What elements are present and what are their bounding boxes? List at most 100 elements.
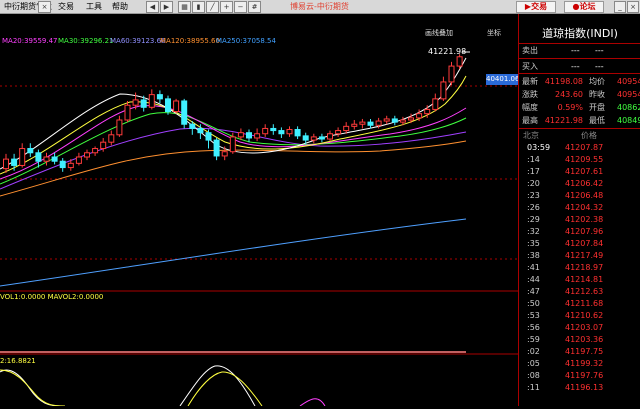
tick-price: 41214.81 — [565, 275, 604, 284]
quote-row: 最高 41221.98 最低 40849 — [519, 114, 640, 127]
tick-price: 41212.63 — [565, 287, 604, 296]
tick-price: 41210.62 — [565, 311, 604, 320]
quote-row: 最新 41198.08 均价 40954 — [519, 75, 640, 88]
tick-price: 41218.97 — [565, 263, 604, 272]
tick-time: :26 — [527, 203, 540, 212]
quote-label: 最新 — [522, 77, 538, 86]
tick-row: :44 41214.81 — [519, 274, 640, 286]
tick-time: :32 — [527, 227, 540, 236]
indicator-line-4 — [187, 371, 263, 407]
tick-row: :17 41207.61 — [519, 166, 640, 178]
ma250-label: MA250:37058.54 — [216, 37, 276, 45]
sell-row: 卖出 --- --- — [519, 44, 640, 57]
tick-price: 41211.68 — [565, 299, 604, 308]
tick-price: 41197.76 — [565, 371, 604, 380]
quote-label: 最低 — [589, 116, 605, 125]
quote-label: 昨收 — [589, 90, 605, 99]
candle-body — [51, 156, 58, 162]
candle-body — [43, 156, 50, 162]
candle-body — [375, 120, 382, 126]
minimize-icon[interactable]: _ — [614, 1, 626, 13]
candle-body — [456, 56, 463, 67]
tick-row: :05 41199.32 — [519, 358, 640, 370]
menu-item-tools[interactable]: 工具 — [86, 1, 102, 12]
draw-overlay-menu[interactable]: 画线叠加 — [425, 28, 453, 38]
candle-body — [108, 134, 115, 143]
tick-time: :38 — [527, 251, 540, 260]
candle-body — [432, 98, 439, 110]
candle-body — [286, 129, 293, 135]
candle-body — [213, 139, 220, 157]
menu-item-help[interactable]: 帮助 — [112, 1, 128, 12]
tick-row: :08 41197.76 — [519, 370, 640, 382]
window-title: 博易云-中衍期货 — [290, 2, 349, 11]
candle-body — [84, 152, 90, 158]
forum-button[interactable]: ●论坛 — [564, 1, 604, 13]
kline-chart[interactable]: MA20:39559.47 MA30:39296.21 MA60:39123.6… — [0, 14, 519, 407]
tick-price: 41207.96 — [565, 227, 604, 236]
ma-legend: MA20:39559.47 MA30:39296.21 MA60:39123.6… — [0, 37, 518, 47]
candle-body — [116, 119, 123, 136]
tick-time: :44 — [527, 275, 540, 284]
kline-chart-canvas — [0, 51, 518, 407]
trade-button[interactable]: ▶交易 — [516, 1, 556, 13]
candle-body — [278, 130, 285, 135]
quote-label: 幅度 — [522, 103, 538, 112]
tick-row: :26 41204.32 — [519, 202, 640, 214]
instrument-title: 道琼指数(INDI) — [542, 27, 618, 40]
candle-body — [205, 132, 212, 141]
candle-body — [318, 136, 325, 140]
tick-price: 41199.32 — [565, 359, 604, 368]
tick-price: 41206.42 — [565, 179, 604, 188]
toolbar-close-icon[interactable]: × — [38, 1, 51, 13]
tick-time: :35 — [527, 239, 540, 248]
candle-body — [75, 156, 82, 164]
candle-body — [140, 99, 147, 108]
candle-body — [132, 99, 139, 106]
tick-time: 03:59 — [527, 143, 551, 152]
candle-body — [237, 132, 244, 138]
coordinate-menu[interactable]: 坐标 — [487, 28, 501, 38]
candle-body — [3, 158, 9, 170]
tick-row: :50 41211.68 — [519, 298, 640, 310]
tick-price: 41206.48 — [565, 191, 604, 200]
candle-body — [59, 160, 66, 169]
tick-time: :50 — [527, 299, 540, 308]
buy-volume: --- — [595, 62, 604, 71]
divider — [519, 58, 640, 59]
toolbar-grid-icon[interactable]: # — [248, 1, 261, 13]
candle-body — [270, 127, 277, 132]
toolbar-kline-icon[interactable]: ▮ — [192, 1, 205, 13]
ma30-label: MA30:39296.21 — [58, 37, 114, 45]
tick-row: 03:59 41207.87 — [519, 142, 640, 154]
quote-label: 涨跌 — [522, 90, 538, 99]
buy-price: --- — [571, 62, 580, 71]
candle-body — [35, 152, 42, 162]
tick-time: :23 — [527, 191, 540, 200]
quote-value: 40862 — [617, 103, 640, 112]
tick-row: :23 41206.48 — [519, 190, 640, 202]
candle-body — [124, 104, 131, 121]
candle-body — [246, 132, 252, 139]
menu-item-trade[interactable]: 交易 — [58, 1, 74, 12]
candle-body — [67, 162, 74, 169]
ma20-label: MA20:39559.47 — [2, 37, 58, 45]
candle-body — [262, 127, 269, 135]
ma120-label: MA120:38955.60 — [160, 37, 220, 45]
toolbar-zoom-out-icon[interactable]: − — [234, 1, 247, 13]
buy-label: 买入 — [522, 62, 538, 71]
tick-price: 41196.13 — [565, 383, 604, 392]
candle-body — [408, 117, 414, 121]
toolbar-back-icon[interactable]: ◀ — [146, 1, 159, 13]
candle-body — [391, 118, 398, 123]
candle-body — [221, 151, 228, 157]
toolbar-line-icon[interactable]: ╱ — [206, 1, 219, 13]
candle-body — [327, 133, 333, 140]
tick-time: :41 — [527, 263, 540, 272]
close-window-icon[interactable]: × — [627, 1, 639, 13]
toolbar-forward-icon[interactable]: ▶ — [160, 1, 173, 13]
toolbar-zoom-in-icon[interactable]: + — [220, 1, 233, 13]
sell-label: 卖出 — [522, 46, 538, 55]
tick-row: :47 41212.63 — [519, 286, 640, 298]
toolbar-chart-icon[interactable]: ▦ — [178, 1, 191, 13]
